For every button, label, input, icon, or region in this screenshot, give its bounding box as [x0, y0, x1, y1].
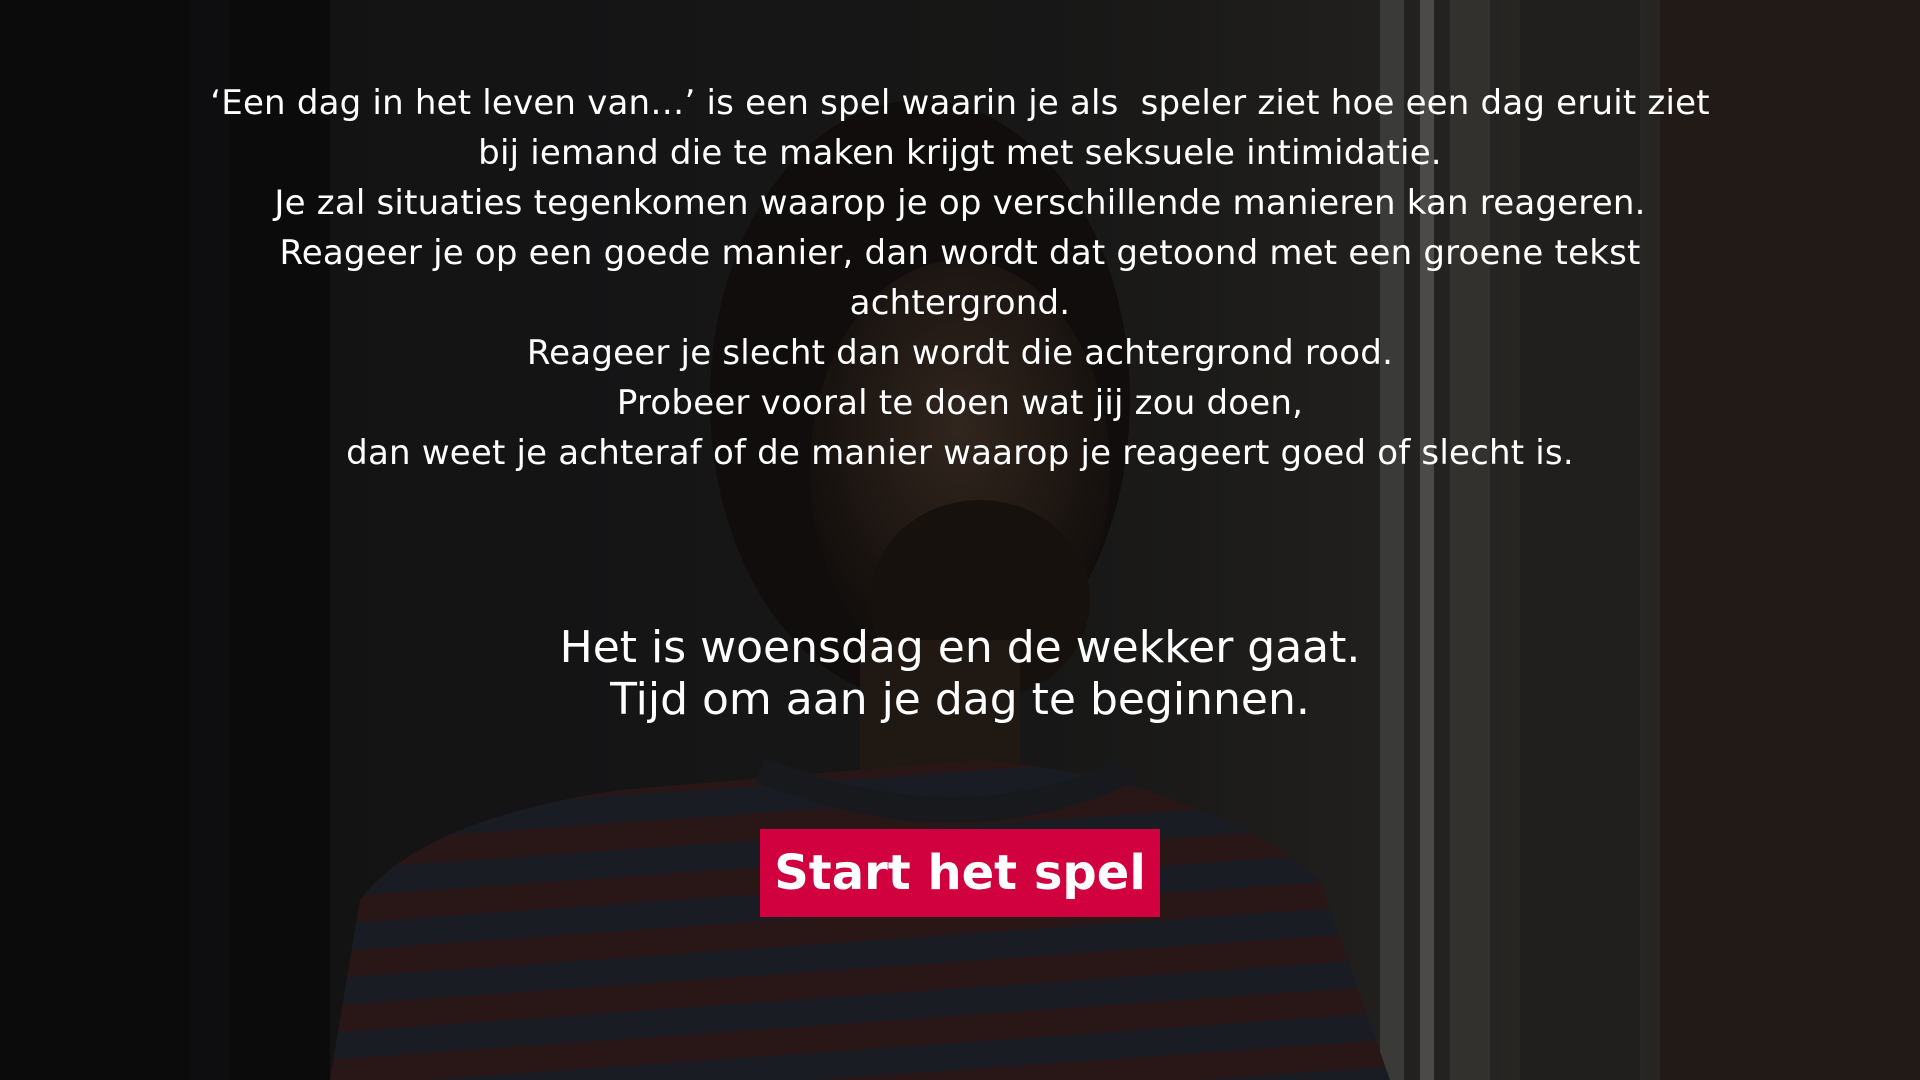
scene-line: Het is woensdag en de wekker gaat.	[559, 622, 1361, 673]
intro-line: dan weet je achteraf of de manier waarop…	[346, 433, 1574, 473]
scene-text: Het is woensdag en de wekker gaat. Tijd …	[360, 622, 1560, 726]
intro-line: Reageer je slecht dan wordt die achtergr…	[526, 333, 1394, 373]
intro-text: ‘Een dag in het leven van…’ is een spel …	[160, 78, 1760, 478]
intro-line: Je zal situaties tegenkomen waarop je op…	[274, 183, 1646, 223]
intro-line: achtergrond.	[849, 283, 1071, 323]
intro-line: Reageer je op een goede manier, dan word…	[279, 233, 1641, 273]
intro-line: bij iemand die te maken krijgt met seksu…	[478, 133, 1442, 173]
intro-line: ‘Een dag in het leven van…’ is een spel …	[210, 83, 1710, 123]
scene-line: Tijd om aan je dag te beginnen.	[610, 674, 1310, 725]
start-game-button[interactable]: Start het spel	[760, 829, 1160, 917]
intro-line: Probeer vooral te doen wat jij zou doen,	[616, 383, 1304, 423]
